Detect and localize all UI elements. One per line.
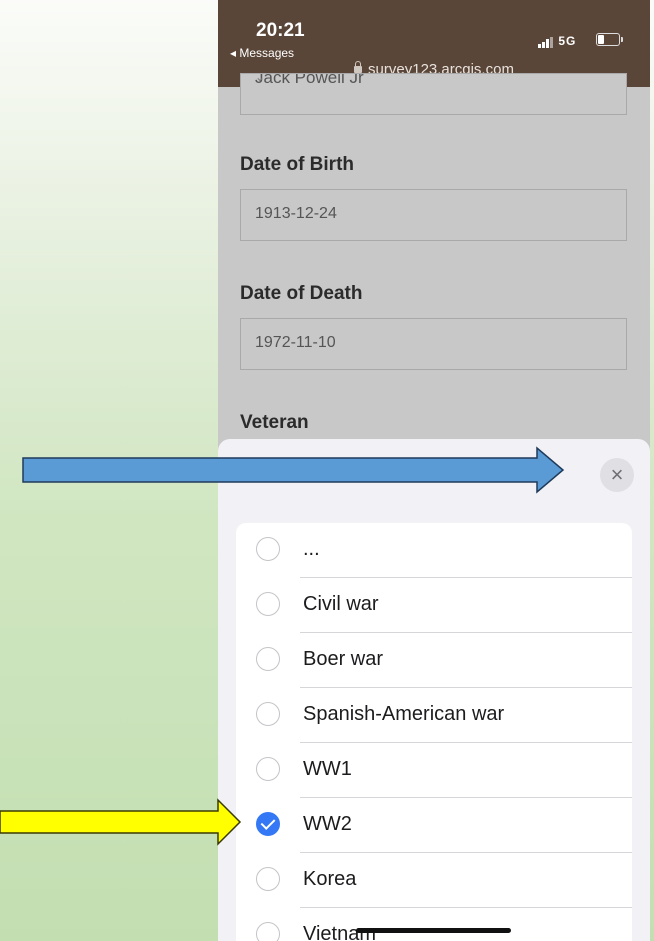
close-icon: × <box>610 462 624 487</box>
radio-icon <box>256 647 280 671</box>
option-boer-war[interactable]: Boer war <box>236 633 632 688</box>
option-label: Spanish-American war <box>303 703 505 725</box>
date-of-death-field[interactable]: 1972-11-10 <box>240 318 627 370</box>
date-of-birth-field[interactable]: 1913-12-24 <box>240 189 627 241</box>
name-field[interactable]: Jack Powell Jr ⌄ <box>240 73 627 115</box>
chevron-down-icon: ⌄ <box>255 73 266 84</box>
option-label: Civil war <box>303 593 379 615</box>
radio-icon <box>256 537 280 561</box>
option-ww2[interactable]: WW2 <box>236 798 632 853</box>
option-civil-war[interactable]: Civil war <box>236 578 632 633</box>
option-label: WW2 <box>303 813 352 835</box>
radio-icon <box>256 592 280 616</box>
option-label: WW1 <box>303 758 352 780</box>
option-korea[interactable]: Korea <box>236 853 632 908</box>
network-indicator: 5G <box>538 34 576 48</box>
blue-arrow-icon <box>22 446 565 494</box>
radio-icon <box>256 757 280 781</box>
veteran-label: Veteran <box>240 412 309 433</box>
date-of-death-label: Date of Death <box>240 283 363 304</box>
close-button[interactable]: × <box>600 458 634 492</box>
option-label: Boer war <box>303 648 384 670</box>
battery-icon <box>596 33 623 46</box>
signal-bars-icon <box>538 34 554 48</box>
options-list: ... Civil war Boer war Spanish-American … <box>236 523 632 941</box>
option-vietnam[interactable]: Vietnam <box>236 908 632 941</box>
option-blank[interactable]: ... <box>236 523 632 578</box>
option-label: ... <box>303 538 320 560</box>
network-type: 5G <box>558 34 577 48</box>
status-time: 20:21 <box>256 20 305 41</box>
radio-icon <box>256 922 280 941</box>
option-label: Korea <box>303 868 357 890</box>
option-spanish-american-war[interactable]: Spanish-American war <box>236 688 632 743</box>
checked-radio-icon <box>256 812 280 836</box>
radio-icon <box>256 702 280 726</box>
option-ww1[interactable]: WW1 <box>236 743 632 798</box>
picker-sheet: × ... Civil war Boer war Spanish-America… <box>218 439 650 941</box>
back-to-messages-link[interactable]: ◂ Messages <box>230 46 294 60</box>
home-indicator <box>356 928 511 933</box>
lock-icon <box>354 61 363 73</box>
yellow-arrow-icon <box>0 798 242 846</box>
date-of-death-value: 1972-11-10 <box>255 334 336 351</box>
date-of-birth-label: Date of Birth <box>240 154 354 175</box>
radio-icon <box>256 867 280 891</box>
date-of-birth-value: 1913-12-24 <box>255 205 337 222</box>
